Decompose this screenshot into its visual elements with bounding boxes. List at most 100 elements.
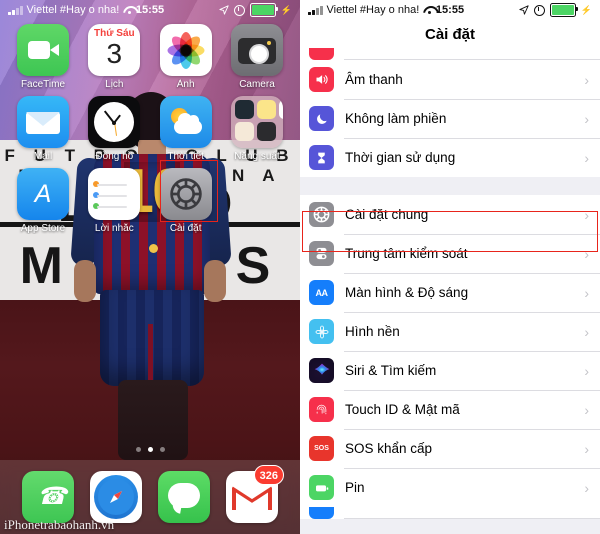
figure-shorts [100, 290, 204, 386]
settings-screen: Viettel #Hay o nha! 15:55 ⚡ Cài đặt Âm t… [300, 0, 600, 534]
photos-icon [159, 24, 212, 76]
settings-row-label: Touch ID & Mật mã [345, 402, 460, 417]
settings-row-sos[interactable]: SOS SOS khẩn cấp › [300, 429, 600, 468]
page-title: Cài đặt [300, 20, 600, 48]
location-arrow-icon [519, 5, 529, 15]
partial-row-below[interactable] [300, 507, 600, 519]
partial-next-icon [309, 507, 334, 519]
status-right-group: ⚡ [519, 3, 592, 17]
app-settings[interactable]: Cài đặt [155, 168, 217, 234]
app-label: Ảnh [176, 79, 195, 90]
settings-row-display-brightness[interactable]: AA Màn hình & Độ sáng › [300, 273, 600, 312]
settings-row-screen-time[interactable]: Thời gian sử dụng › [300, 138, 600, 177]
charging-bolt-icon: ⚡ [580, 4, 592, 15]
chevron-right-icon: › [584, 401, 589, 418]
app-reminders[interactable]: Lời nhắc [83, 168, 145, 234]
dual-screenshot: F U T B O L C L U B B A R C E L O N A L … [0, 0, 600, 534]
charging-bolt-icon: ⚡ [280, 4, 292, 15]
weather-icon [159, 96, 212, 148]
settings-row-wallpaper[interactable]: Hình nền › [300, 312, 600, 351]
page-indicator-dots[interactable] [0, 444, 300, 454]
chevron-right-icon: › [584, 110, 589, 127]
settings-row-label: Trung tâm kiểm soát [345, 246, 468, 261]
calendar-icon: Thứ Sáu 3 [88, 24, 141, 76]
settings-row-siri-search[interactable]: Siri & Tìm kiếm › [300, 351, 600, 390]
wifi-icon [123, 5, 135, 15]
chevron-right-icon: › [584, 362, 589, 379]
jersey-sponsor [110, 244, 194, 255]
app-weather[interactable]: Thời tiết [155, 96, 217, 162]
status-left-group: Viettel #Hay o nha! [8, 4, 135, 16]
notifications-icon [309, 48, 334, 60]
settings-row-touch-id[interactable]: Touch ID & Mật mã › [300, 390, 600, 429]
partial-row-above[interactable] [300, 48, 600, 60]
alarm-clock-icon [533, 4, 545, 16]
sound-speaker-icon [309, 67, 334, 92]
battery-icon [249, 3, 278, 17]
fingerprint-icon [309, 397, 334, 422]
settings-row-label: Màn hình & Độ sáng [345, 285, 469, 300]
gmail-badge-count: 326 [253, 465, 284, 485]
alarm-clock-icon [233, 4, 245, 16]
wallpaper-flower-icon [309, 319, 334, 344]
settings-row-label: Pin [345, 480, 365, 495]
folder-icon [230, 96, 283, 148]
app-empty-slot [226, 168, 288, 234]
camera-icon [230, 24, 283, 76]
gear-icon [309, 202, 334, 227]
settings-row-label: Siri & Tìm kiếm [345, 363, 437, 378]
signal-bars-icon [308, 5, 323, 15]
settings-row-label: Hình nền [345, 324, 400, 339]
calendar-daynum: 3 [106, 38, 123, 69]
gmail-icon[interactable]: 326 [226, 465, 284, 523]
settings-group-separator [300, 177, 600, 195]
settings-row-general[interactable]: Cài đặt chung › [300, 195, 600, 234]
status-right-group: ⚡ [219, 3, 292, 17]
chevron-right-icon: › [584, 245, 589, 262]
settings-row-battery[interactable]: Pin › [300, 468, 600, 507]
chevron-right-icon: › [584, 284, 589, 301]
chevron-right-icon: › [584, 479, 589, 496]
settings-group-2: Cài đặt chung › Trung tâm kiểm soát › AA… [300, 195, 600, 519]
page-dot[interactable] [159, 446, 165, 452]
figure-right-hand [204, 260, 226, 302]
app-folder-productivity[interactable]: Năng suất [226, 96, 288, 162]
messages-bubble-icon[interactable] [158, 471, 210, 523]
chevron-right-icon: › [584, 440, 589, 457]
app-photos[interactable]: Ảnh [155, 24, 217, 90]
app-mail[interactable]: Mail [12, 96, 74, 162]
app-facetime[interactable]: FaceTime [12, 24, 74, 90]
settings-group-1: Âm thanh › Không làm phiền › Thời gian s… [300, 60, 600, 177]
safari-compass-icon[interactable] [90, 471, 142, 523]
settings-row-label: Thời gian sử dụng [345, 150, 456, 165]
mail-icon [17, 96, 69, 148]
settings-status-bar: Viettel #Hay o nha! 15:55 ⚡ [300, 0, 600, 20]
page-dot[interactable] [135, 446, 141, 452]
settings-row-label: Cài đặt chung [345, 207, 429, 222]
sos-icon: SOS [309, 436, 334, 461]
settings-row-do-not-disturb[interactable]: Không làm phiền › [300, 99, 600, 138]
app-clock[interactable]: Đồng hồ [83, 96, 145, 162]
wifi-icon [423, 5, 435, 15]
reminders-icon [88, 168, 141, 220]
hourglass-icon [309, 145, 334, 170]
signal-bars-icon [8, 5, 23, 15]
display-aa-icon: AA [309, 280, 334, 305]
page-dot-active[interactable] [147, 446, 153, 452]
app-camera[interactable]: Camera [226, 24, 288, 90]
app-calendar[interactable]: Thứ Sáu 3 Lịch [83, 24, 145, 90]
app-app-store[interactable]: A App Store [12, 168, 74, 234]
app-label: FaceTime [20, 79, 66, 90]
app-grid: FaceTime Thứ Sáu 3 Lịch Ảnh Camera Mail … [0, 20, 300, 234]
settings-row-control-center[interactable]: Trung tâm kiểm soát › [300, 234, 600, 273]
status-left-group: Viettel #Hay o nha! [308, 4, 435, 16]
phone-icon[interactable]: ☎ [22, 471, 74, 523]
chevron-right-icon: › [584, 149, 589, 166]
location-arrow-icon [219, 5, 229, 15]
settings-row-sound[interactable]: Âm thanh › [300, 60, 600, 99]
battery-icon [549, 3, 578, 17]
settings-row-label: Âm thanh [345, 72, 403, 87]
app-row-3: A App Store Lời nhắc Cài đặt [12, 168, 288, 234]
carrier-label: Viettel #Hay o nha! [26, 4, 120, 16]
watermark: iPhonetrabaohanh.vn [4, 517, 115, 532]
